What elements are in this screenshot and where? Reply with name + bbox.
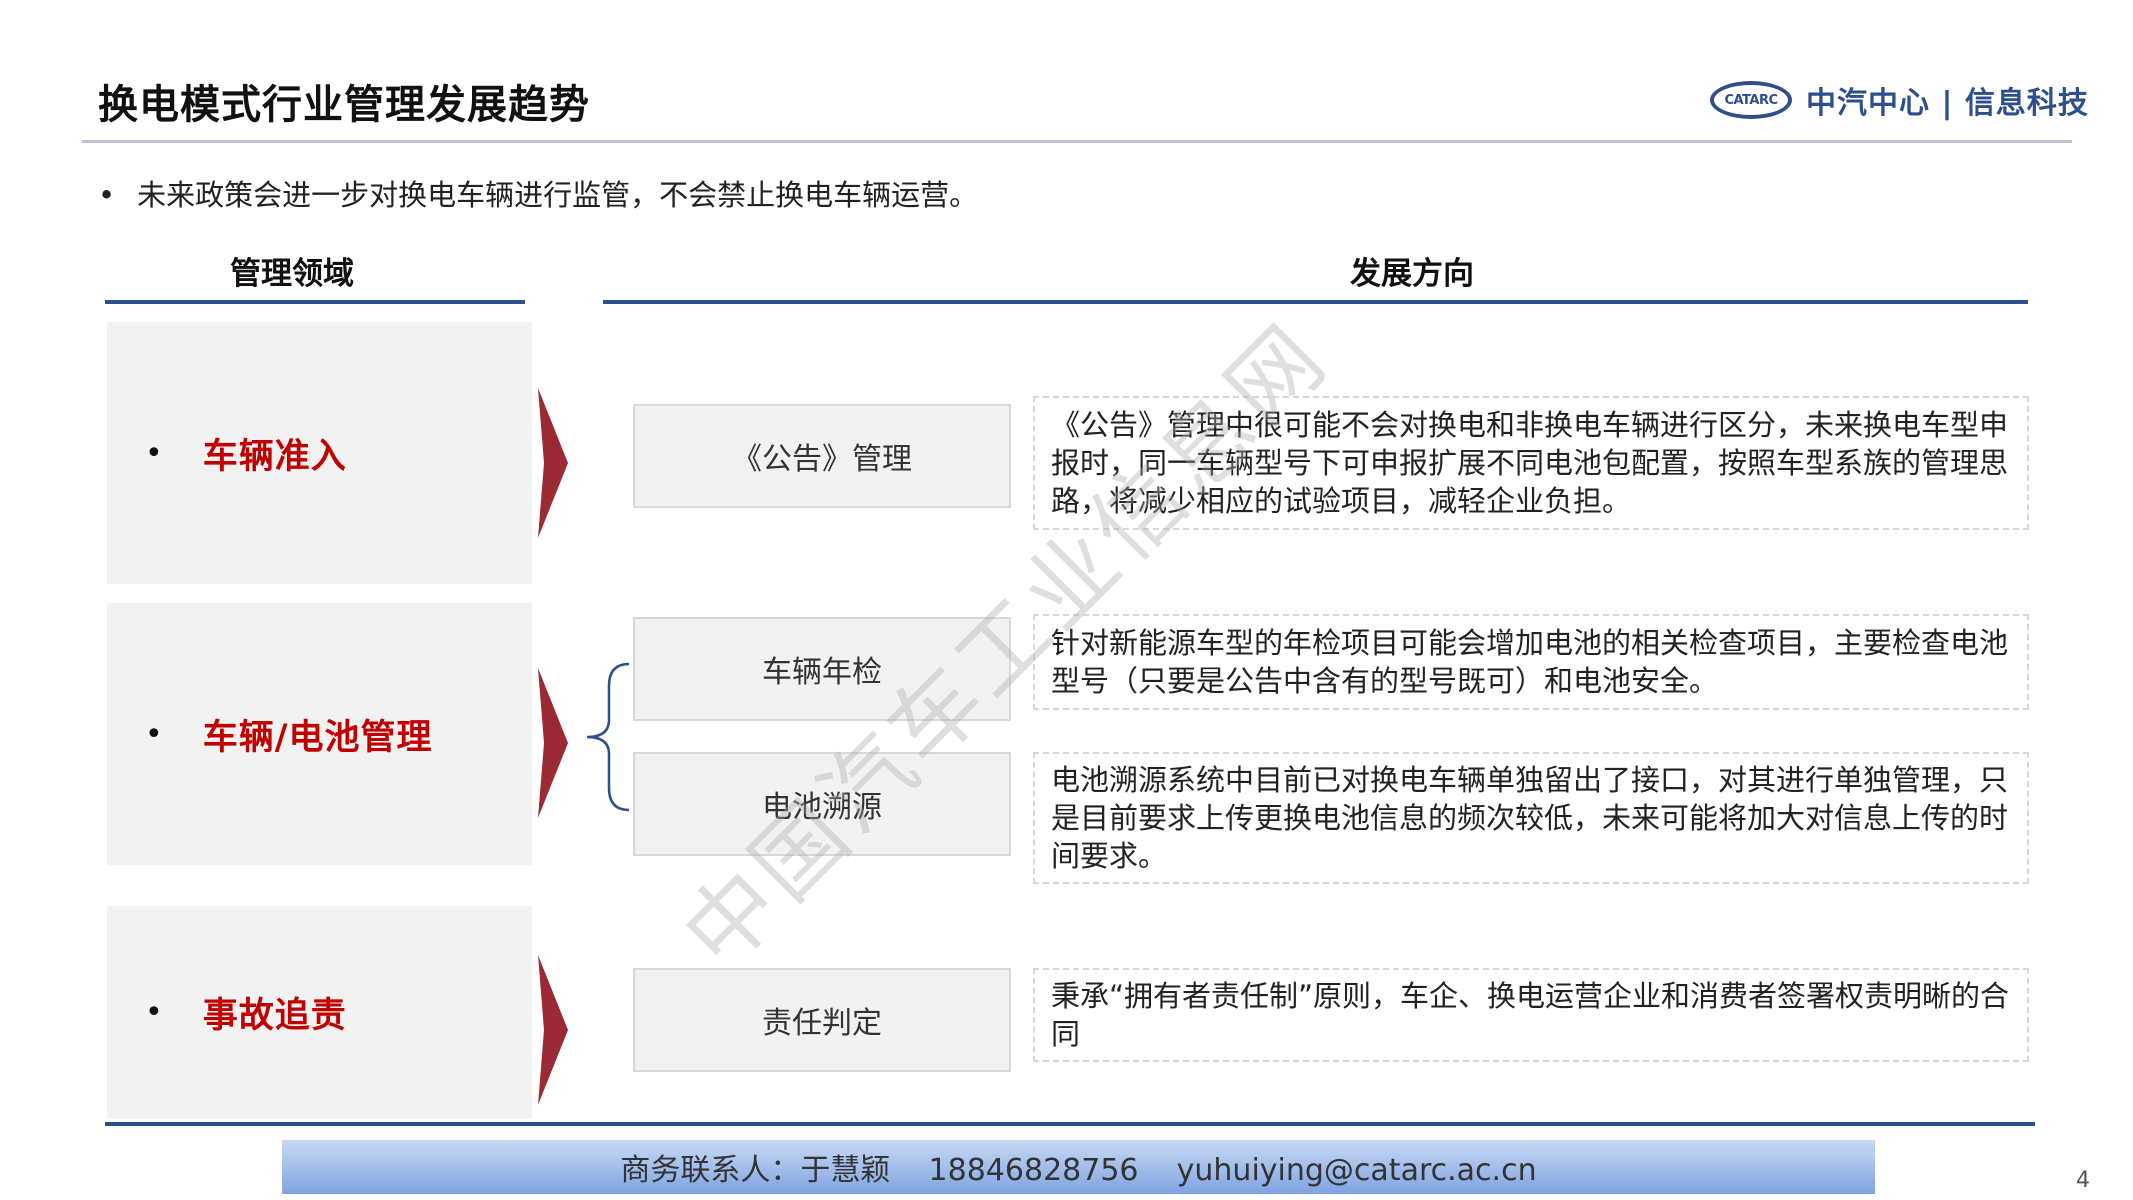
bullet-dot: • — [145, 995, 163, 1030]
item-announcement-management: 《公告》管理 — [633, 404, 1011, 508]
chevron-arrow-icon — [538, 388, 568, 538]
domain-panel-vehicle-battery: • 车辆/电池管理 — [107, 603, 532, 865]
page-title: 换电模式行业管理发展趋势 — [98, 82, 590, 128]
column-rule-direction — [603, 300, 2028, 304]
domain-panel-accident: • 事故追责 — [107, 906, 532, 1119]
intro-bullet: • 未来政策会进一步对换电车辆进行监管，不会禁止换电车辆运营。 — [98, 172, 978, 214]
domain-panel-vehicle-access: • 车辆准入 — [107, 322, 532, 584]
chevron-arrow-icon — [538, 668, 568, 818]
desc-text: 电池溯源系统中目前已对换电车辆单独留出了接口，对其进行单独管理，只是目前要求上传… — [1051, 763, 2009, 873]
bullet-dot: • — [145, 435, 163, 471]
desc-vehicle-inspection: 针对新能源车型的年检项目可能会增加电池的相关检查项目，主要检查电池型号（只要是公… — [1033, 614, 2029, 710]
item-vehicle-inspection: 车辆年检 — [633, 617, 1011, 721]
catarc-logo: CATARC 中汽中心 | 信息科技 — [1710, 78, 2089, 122]
curly-bracket-icon — [586, 662, 630, 812]
column-header-direction: 发展方向 — [1350, 256, 1474, 292]
domain-label: 车辆/电池管理 — [202, 717, 433, 758]
item-liability-determination: 责任判定 — [633, 968, 1011, 1072]
desc-text: 《公告》管理中很可能不会对换电和非换电车辆进行区分，未来换电车型申报时，同一车辆… — [1051, 408, 2009, 518]
column-header-domain: 管理领域 — [230, 256, 354, 292]
desc-liability-determination: 秉承“拥有者责任制”原则，车企、换电运营企业和消费者签署权责明晰的合同 — [1033, 968, 2029, 1062]
desc-battery-traceability: 电池溯源系统中目前已对换电车辆单独留出了接口，对其进行单独管理，只是目前要求上传… — [1033, 752, 2029, 884]
bullet-dot: • — [145, 716, 163, 752]
title-divider — [82, 140, 2072, 143]
desc-text: 秉承“拥有者责任制”原则，车企、换电运营企业和消费者签署权责明晰的合同 — [1051, 979, 2010, 1051]
desc-announcement-management: 《公告》管理中很可能不会对换电和非换电车辆进行区分，未来换电车型申报时，同一车辆… — [1033, 396, 2029, 530]
domain-label: 车辆准入 — [202, 436, 347, 477]
domain-label: 事故追责 — [202, 996, 347, 1036]
page-number: 4 — [2076, 1168, 2090, 1193]
catarc-logo-icon: CATARC — [1710, 81, 1792, 119]
column-rule-domain — [105, 300, 525, 304]
chevron-arrow-icon — [538, 955, 568, 1105]
contact-bar: 商务联系人：于慧颖 18846828756 yuhuiying@catarc.a… — [282, 1140, 1875, 1194]
bullet-dot: • — [98, 178, 116, 212]
item-battery-traceability: 电池溯源 — [633, 752, 1011, 856]
bottom-divider — [105, 1122, 2035, 1126]
intro-text: 未来政策会进一步对换电车辆进行监管，不会禁止换电车辆运营。 — [137, 178, 979, 212]
desc-text: 针对新能源车型的年检项目可能会增加电池的相关检查项目，主要检查电池型号（只要是公… — [1051, 626, 2009, 698]
logo-text: 中汽中心 | 信息科技 — [1806, 86, 2089, 121]
